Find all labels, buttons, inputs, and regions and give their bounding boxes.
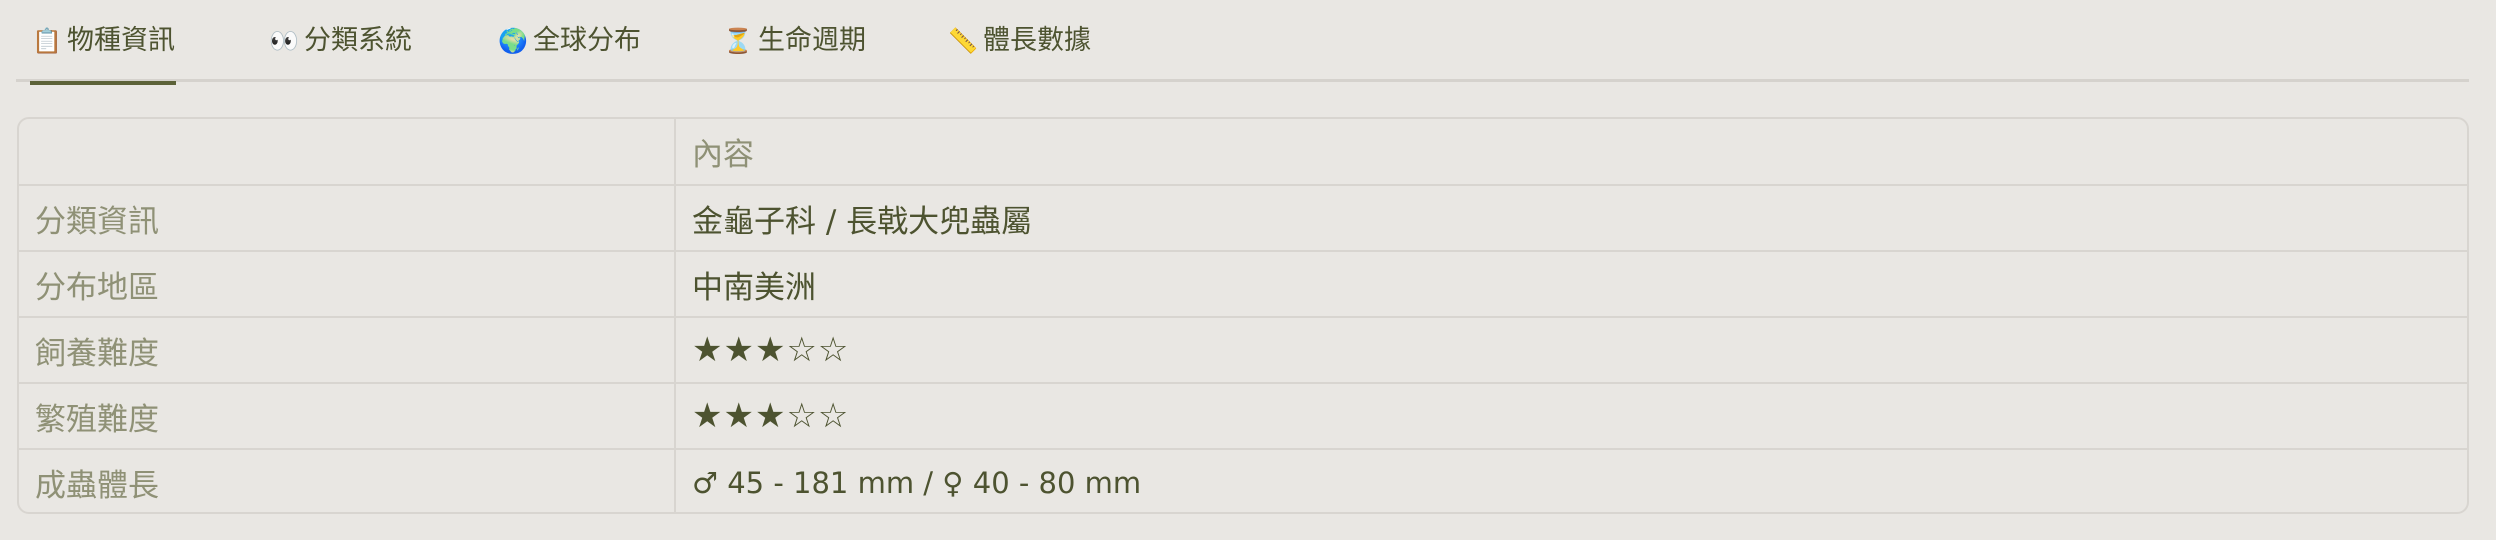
row-label: 繁殖難度	[19, 383, 676, 450]
tab-body-size[interactable]: 📏 體長數據	[947, 0, 1091, 82]
table-row: 分類資訊 金龜子科 / 長戟大兜蟲屬	[19, 185, 2467, 252]
table-row: 飼養難度 ★★★☆☆	[19, 317, 2467, 384]
tab-distribution[interactable]: 🌍 全球分布	[497, 0, 641, 82]
header-cell-content: 內容	[675, 119, 2467, 186]
header-cell-empty	[19, 119, 676, 186]
table-row: 成蟲體長 ♂ 45 - 181 mm / ♀ 40 - 80 mm	[19, 449, 2467, 512]
hourglass-icon: ⏳	[723, 27, 753, 55]
row-label: 分布地區	[19, 251, 676, 318]
breeding-difficulty-rating: ★★★☆☆	[675, 383, 2467, 450]
ruler-icon: 📏	[948, 27, 978, 55]
eyes-icon: 👀	[269, 27, 299, 55]
tab-bar: 📋 物種資訊 👀 分類系統 🌍 全球分布 ⏳ 生命週期 📏 體長數據	[16, 0, 2469, 85]
table-row: 繁殖難度 ★★★☆☆	[19, 383, 2467, 450]
tab-label: 分類系統	[304, 25, 412, 56]
tab-label: 生命週期	[758, 25, 866, 56]
row-value: 中南美洲	[675, 251, 2467, 318]
tab-life-cycle[interactable]: ⏳ 生命週期	[722, 0, 866, 82]
care-difficulty-rating: ★★★☆☆	[675, 317, 2467, 384]
row-value: 金龜子科 / 長戟大兜蟲屬	[675, 185, 2467, 252]
row-label: 飼養難度	[19, 317, 676, 384]
table-header-row: 內容	[19, 119, 2467, 186]
globe-icon: 🌍	[498, 27, 528, 55]
species-info-table: 內容 分類資訊 金龜子科 / 長戟大兜蟲屬 分布地區 中南美洲 飼養難度 ★★★…	[17, 117, 2469, 514]
adult-body-length: ♂ 45 - 181 mm / ♀ 40 - 80 mm	[692, 465, 1142, 500]
tab-classification[interactable]: 👀 分類系統	[268, 0, 412, 82]
tab-label: 物種資訊	[67, 25, 175, 56]
clipboard-icon: 📋	[32, 27, 62, 55]
row-label: 分類資訊	[19, 185, 676, 252]
tab-label: 體長數據	[983, 25, 1091, 56]
row-label: 成蟲體長	[19, 449, 676, 512]
table-row: 分布地區 中南美洲	[19, 251, 2467, 318]
tab-label: 全球分布	[533, 25, 641, 56]
tab-species-info[interactable]: 📋 物種資訊	[30, 0, 176, 85]
